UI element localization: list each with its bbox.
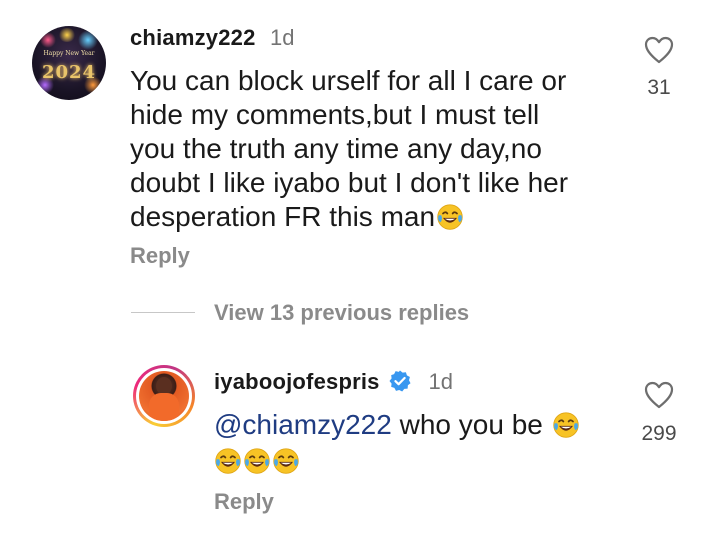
- story-ring-gap: [136, 368, 192, 424]
- comment-username[interactable]: chiamzy222: [130, 25, 256, 50]
- reply-reply-button[interactable]: Reply: [214, 489, 274, 515]
- commenter-avatar[interactable]: Happy New Year 2024: [32, 26, 106, 100]
- avatar-year-text: 2024: [41, 62, 97, 83]
- comment-header: chiamzy222 1d: [130, 25, 294, 51]
- comment-line-last: desperation FR this man: [130, 200, 610, 234]
- tears-of-joy-emoji-icon: [243, 447, 271, 475]
- comment-line: desperation FR this man: [130, 201, 436, 232]
- replies-divider: [131, 312, 195, 313]
- tears-of-joy-emoji-icon: [214, 447, 242, 475]
- firework-decoration: [40, 32, 56, 48]
- reply-text: who you be: [391, 409, 551, 440]
- comment-timestamp[interactable]: 1d: [270, 25, 294, 50]
- comment-like-count: 31: [647, 76, 671, 99]
- tears-of-joy-emoji-icon: [552, 411, 580, 439]
- reply-like-button[interactable]: [643, 379, 675, 411]
- avatar-greeting-text: Happy New Year: [43, 50, 95, 57]
- photo-dress: [149, 393, 179, 421]
- reply-like-count: 299: [641, 422, 677, 445]
- comment-line: You can block urself for all I care or: [130, 65, 567, 96]
- reply-header: iyaboojofespris 1d: [214, 369, 453, 395]
- heart-outline-icon: [643, 379, 675, 411]
- view-previous-replies-button[interactable]: View 13 previous replies: [214, 300, 469, 326]
- verified-badge-icon: [389, 370, 411, 392]
- reply-username[interactable]: iyaboojofespris: [214, 369, 380, 394]
- comment-line: hide my comments,but I must tell: [130, 99, 540, 130]
- comment-like-button[interactable]: [643, 34, 675, 66]
- comment-body: You can block urself for all I care or h…: [130, 64, 610, 234]
- tears-of-joy-emoji-icon: [272, 447, 300, 475]
- reply-timestamp[interactable]: 1d: [429, 369, 453, 394]
- heart-outline-icon: [643, 34, 675, 66]
- firework-decoration: [78, 30, 98, 50]
- profile-photo: [139, 371, 189, 421]
- comment-line: you the truth any time any day,no: [130, 133, 542, 164]
- reply-body: @chiamzy222 who you be: [214, 408, 614, 478]
- reply-line-2: [214, 444, 614, 478]
- firework-decoration: [58, 28, 76, 42]
- comment-line: doubt I like iyabo but I don't like her: [130, 167, 569, 198]
- comment-reply-button[interactable]: Reply: [130, 243, 190, 269]
- reply-line-1: @chiamzy222 who you be: [214, 408, 614, 442]
- reply-avatar[interactable]: [133, 365, 195, 427]
- reply-mention-link[interactable]: @chiamzy222: [214, 409, 392, 440]
- tears-of-joy-emoji-icon: [436, 203, 464, 231]
